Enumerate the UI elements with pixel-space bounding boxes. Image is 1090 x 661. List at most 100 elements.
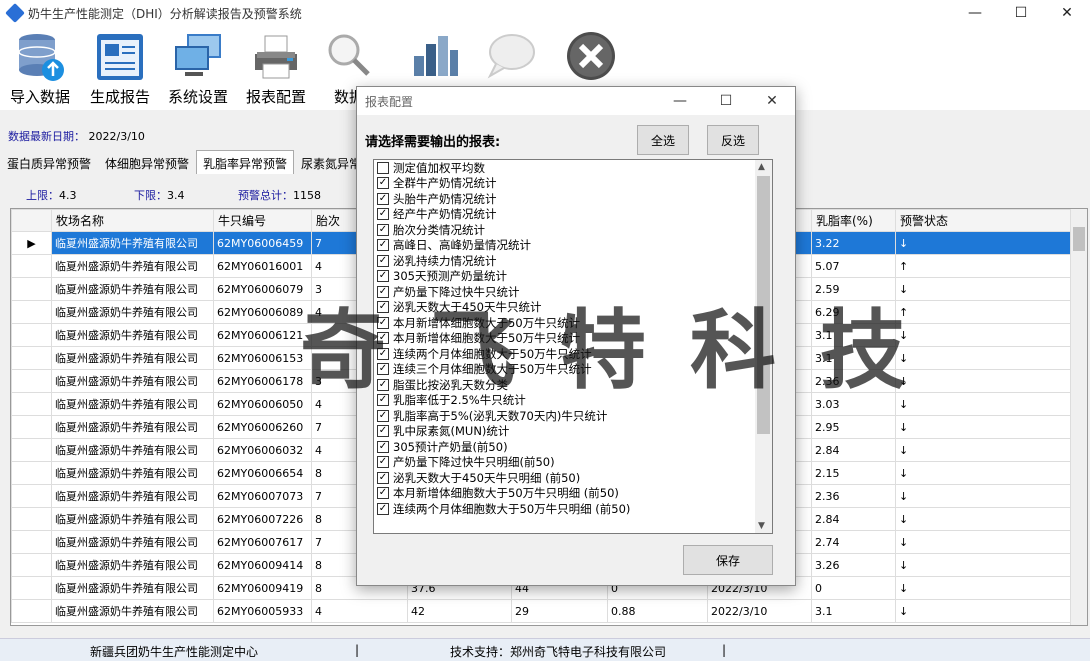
report-item-label: 全群牛产奶情况统计 xyxy=(393,176,497,191)
table-cell: 62MY06006032 xyxy=(213,438,312,462)
report-checklist-item[interactable]: ✓ 泌乳天数大于450天牛只明细 (前50) xyxy=(374,470,772,486)
table-cell: 2.84 xyxy=(811,507,896,531)
report-item-label: 乳中尿素氮(MUN)统计 xyxy=(393,424,510,439)
checkbox[interactable]: ✓ xyxy=(377,301,389,314)
tab-milk-fat[interactable]: 乳脂率异常预警 xyxy=(196,150,295,174)
checklist-scrollbar[interactable]: ▲ ▼ xyxy=(755,160,772,533)
tab-protein[interactable]: 蛋白质异常预警 xyxy=(0,150,98,174)
checkbox[interactable]: ✓ xyxy=(377,487,389,500)
report-checklist-item[interactable]: ✓ 连续三个月体细胞数大于50万牛只统计 xyxy=(374,362,772,378)
table-cell: ↓ xyxy=(895,415,1072,439)
report-checklist-item[interactable]: ✓ 连续两个月体细胞数大于50万牛只统计 xyxy=(374,346,772,362)
system-settings-button[interactable]: 系统设置 xyxy=(168,30,228,107)
dialog-minimize-button[interactable]: — xyxy=(657,87,703,115)
checkbox[interactable] xyxy=(377,161,389,174)
report-checklist-item[interactable]: ✓ 经产牛产奶情况统计 xyxy=(374,207,772,223)
table-cell: ↓ xyxy=(895,507,1072,531)
report-checklist-item[interactable]: ✓ 本月新增体细胞数大于50万牛只明细 (前50) xyxy=(374,486,772,502)
report-checklist-item[interactable]: ✓ 脂蛋比按泌乳天数分类 xyxy=(374,377,772,393)
import-data-button[interactable]: 导入数据 xyxy=(10,30,70,107)
checkbox[interactable]: ✓ xyxy=(377,192,389,205)
dialog-close-button[interactable]: ✕ xyxy=(749,87,795,115)
invert-selection-button[interactable]: 反选 xyxy=(707,125,759,155)
data-date-bar: 数据最新日期： 2022/3/10 xyxy=(8,128,145,144)
row-pointer xyxy=(11,415,52,439)
report-checklist-item[interactable]: ✓ 连续两个月体细胞数大于50万牛只明细 (前50) xyxy=(374,501,772,517)
checkbox[interactable]: ✓ xyxy=(377,502,389,515)
table-cell: 临夏州盛源奶牛养殖有限公司 xyxy=(51,507,214,531)
close-button[interactable]: ✕ xyxy=(1044,0,1090,26)
report-checklist-item[interactable]: ✓ 高峰日、高峰奶量情况统计 xyxy=(374,238,772,254)
checkbox[interactable]: ✓ xyxy=(377,471,389,484)
status-center: 新疆兵团奶牛生产性能测定中心 xyxy=(90,645,259,659)
generate-report-button[interactable]: 生成报告 xyxy=(90,30,150,107)
row-pointer xyxy=(11,484,52,508)
report-checklist-item[interactable]: ✓ 产奶量下降过快牛只统计 xyxy=(374,284,772,300)
report-checklist-item[interactable]: ✓ 泌乳持续力情况统计 xyxy=(374,253,772,269)
table-cell: 临夏州盛源奶牛养殖有限公司 xyxy=(51,254,214,278)
checkbox[interactable]: ✓ xyxy=(377,285,389,298)
tab-somatic-cell[interactable]: 体细胞异常预警 xyxy=(98,150,196,174)
column-header[interactable]: 牛只编号 xyxy=(213,209,312,232)
checkbox[interactable]: ✓ xyxy=(377,223,389,236)
report-checklist-item[interactable]: ✓ 头胎牛产奶情况统计 xyxy=(374,191,772,207)
checkbox[interactable]: ✓ xyxy=(377,332,389,345)
report-checklist-item[interactable]: ✓ 产奶量下降过快牛只明细(前50) xyxy=(374,455,772,471)
checkbox[interactable]: ✓ xyxy=(377,316,389,329)
column-header[interactable]: 预警状态 xyxy=(895,209,1072,232)
table-cell: 临夏州盛源奶牛养殖有限公司 xyxy=(51,323,214,347)
minimize-button[interactable]: — xyxy=(952,0,998,26)
table-cell: ↓ xyxy=(895,599,1072,623)
select-all-button[interactable]: 全选 xyxy=(637,125,689,155)
checkbox[interactable]: ✓ xyxy=(377,347,389,360)
report-checklist-item[interactable]: ✓ 乳脂率低于2.5%牛只统计 xyxy=(374,393,772,409)
printer-icon xyxy=(249,30,303,84)
report-checklist-item[interactable]: ✓ 乳脂率高于5%(泌乳天数70天内)牛只统计 xyxy=(374,408,772,424)
chart-button[interactable] xyxy=(408,30,462,84)
column-header[interactable]: 牧场名称 xyxy=(51,209,214,232)
table-cell: ↓ xyxy=(895,530,1072,554)
column-header[interactable]: 乳脂率(%) xyxy=(811,209,896,232)
table-cell: 2.36 xyxy=(811,369,896,393)
report-config-button[interactable]: 报表配置 xyxy=(246,30,306,107)
toolbar-label: 报表配置 xyxy=(246,88,307,106)
checkbox[interactable]: ✓ xyxy=(377,239,389,252)
report-checklist-item[interactable]: ✓ 本月新增体细胞数大于50万牛只统计 xyxy=(374,331,772,347)
table-cell: 62MY06016001 xyxy=(213,254,312,278)
checkbox[interactable]: ✓ xyxy=(377,254,389,267)
report-checklist-item[interactable]: ✓ 全群牛产奶情况统计 xyxy=(374,176,772,192)
report-checklist-item[interactable]: ✓ 305预计产奶量(前50) xyxy=(374,439,772,455)
checkbox[interactable]: ✓ xyxy=(377,270,389,283)
checkbox[interactable]: ✓ xyxy=(377,363,389,376)
save-button[interactable]: 保存 xyxy=(683,545,773,575)
column-header[interactable] xyxy=(11,209,52,232)
exit-button[interactable] xyxy=(564,30,618,84)
table-cell: ↓ xyxy=(895,576,1072,600)
table-cell: 62MY06006121 xyxy=(213,323,312,347)
report-checklist-item[interactable]: ✓ 胎次分类情况统计 xyxy=(374,222,772,238)
message-button[interactable] xyxy=(484,30,538,84)
report-checklist[interactable]: 测定值加权平均数 ✓ 全群牛产奶情况统计 ✓ 头胎牛产奶情况统计 ✓ 经产牛产奶情况统计 ✓ 胎… xyxy=(373,159,773,534)
report-checklist-item[interactable]: ✓ 本月新增体细胞数大于50万牛只统计 xyxy=(374,315,772,331)
checkbox[interactable]: ✓ xyxy=(377,440,389,453)
checkbox[interactable]: ✓ xyxy=(377,456,389,469)
checkbox[interactable]: ✓ xyxy=(377,177,389,190)
report-checklist-item[interactable]: ✓ 泌乳天数大于450天牛只统计 xyxy=(374,300,772,316)
dialog-maximize-button[interactable]: ☐ xyxy=(703,87,749,115)
checkbox[interactable]: ✓ xyxy=(377,394,389,407)
report-item-label: 泌乳天数大于450天牛只统计 xyxy=(393,300,542,315)
checkbox[interactable]: ✓ xyxy=(377,425,389,438)
dialog-title-bar: 报表配置 — ☐ ✕ xyxy=(357,87,795,115)
report-item-label: 测定值加权平均数 xyxy=(393,160,485,175)
checkbox[interactable]: ✓ xyxy=(377,409,389,422)
table-row[interactable]: 临夏州盛源奶牛养殖有限公司 62MY06005933 4 42 29 0.88 2022/3… xyxy=(11,599,1072,623)
report-checklist-item[interactable]: ✓ 乳中尿素氮(MUN)统计 xyxy=(374,424,772,440)
report-checklist-item[interactable]: 测定值加权平均数 xyxy=(374,160,772,176)
table-cell: 临夏州盛源奶牛养殖有限公司 xyxy=(51,300,214,324)
grid-vertical-scrollbar[interactable] xyxy=(1070,209,1087,625)
checkbox[interactable]: ✓ xyxy=(377,208,389,221)
row-pointer xyxy=(11,392,52,416)
checkbox[interactable]: ✓ xyxy=(377,378,389,391)
maximize-button[interactable]: ☐ xyxy=(998,0,1044,26)
report-checklist-item[interactable]: ✓ 305天预测产奶量统计 xyxy=(374,269,772,285)
